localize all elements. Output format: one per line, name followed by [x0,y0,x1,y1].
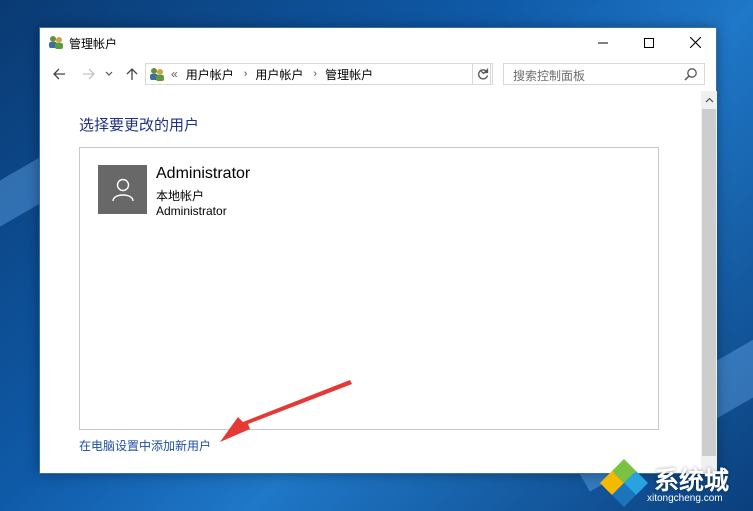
watermark-url: xitongcheng.com [647,493,723,504]
account-type: 本地帐户 [156,189,205,203]
maximize-button[interactable] [626,28,672,57]
minimize-button[interactable] [580,28,626,57]
accounts-panel: Administrator 本地帐户 Administrator [79,147,659,430]
vertical-scrollbar[interactable] [701,91,717,474]
up-button[interactable] [122,64,142,84]
scroll-thumb[interactable] [702,109,716,456]
scroll-up-button[interactable] [701,91,717,109]
breadcrumb-overflow[interactable]: « [171,67,178,81]
search-placeholder: 搜索控制面板 [513,69,586,83]
recent-locations-button[interactable] [102,64,116,84]
back-button[interactable] [49,64,69,84]
account-name: Administrator [156,165,251,182]
annotation-arrow-icon [220,380,352,442]
search-input[interactable]: 搜索控制面板 [503,63,705,85]
search-icon [684,68,697,81]
refresh-icon [477,68,488,80]
chevron-down-icon [105,71,113,76]
avatar [98,165,147,214]
forward-button[interactable] [78,64,98,84]
breadcrumb-separator[interactable]: › [244,68,248,80]
address-input[interactable]: « 用户帐户 › 用户帐户 › 管理帐户 [145,63,491,85]
breadcrumb-separator[interactable]: › [313,68,317,80]
user-silhouette-icon [111,178,134,201]
chevron-up-icon [705,97,713,103]
title-bar[interactable]: 管理帐户 [40,28,716,57]
control-panel-window: 管理帐户 « 用户帐户 › 用户帐户 › 管理帐户 搜索控制面板 选择要更改的用… [39,27,717,474]
back-arrow-icon [52,68,65,80]
window-title: 管理帐户 [69,37,118,51]
page-title: 选择要更改的用户 [79,116,200,134]
account-group: Administrator [156,204,227,218]
watermark-brand: 系统城 [654,466,730,495]
account-tile[interactable]: Administrator 本地帐户 Administrator [98,165,398,220]
breadcrumb-item[interactable]: 管理帐户 [325,66,373,83]
breadcrumb-item[interactable]: 用户帐户 [186,66,234,83]
minimize-icon [598,42,608,43]
user-accounts-icon [150,68,164,81]
user-accounts-icon [49,36,63,49]
refresh-button[interactable] [472,63,493,85]
close-button[interactable] [672,28,718,57]
main-content: 选择要更改的用户 Administrator 本地帐户 Administrato… [40,90,700,474]
close-icon [689,37,701,48]
address-bar-row: « 用户帐户 › 用户帐户 › 管理帐户 搜索控制面板 [40,61,716,87]
up-arrow-icon [126,67,138,80]
xitongcheng-logo-icon [600,459,648,507]
breadcrumb-item[interactable]: 用户帐户 [255,66,303,83]
forward-arrow-icon [82,68,95,80]
maximize-icon [644,37,654,48]
watermark: 系统城 xitongcheng.com [598,455,753,511]
add-new-user-link[interactable]: 在电脑设置中添加新用户 [79,437,211,454]
